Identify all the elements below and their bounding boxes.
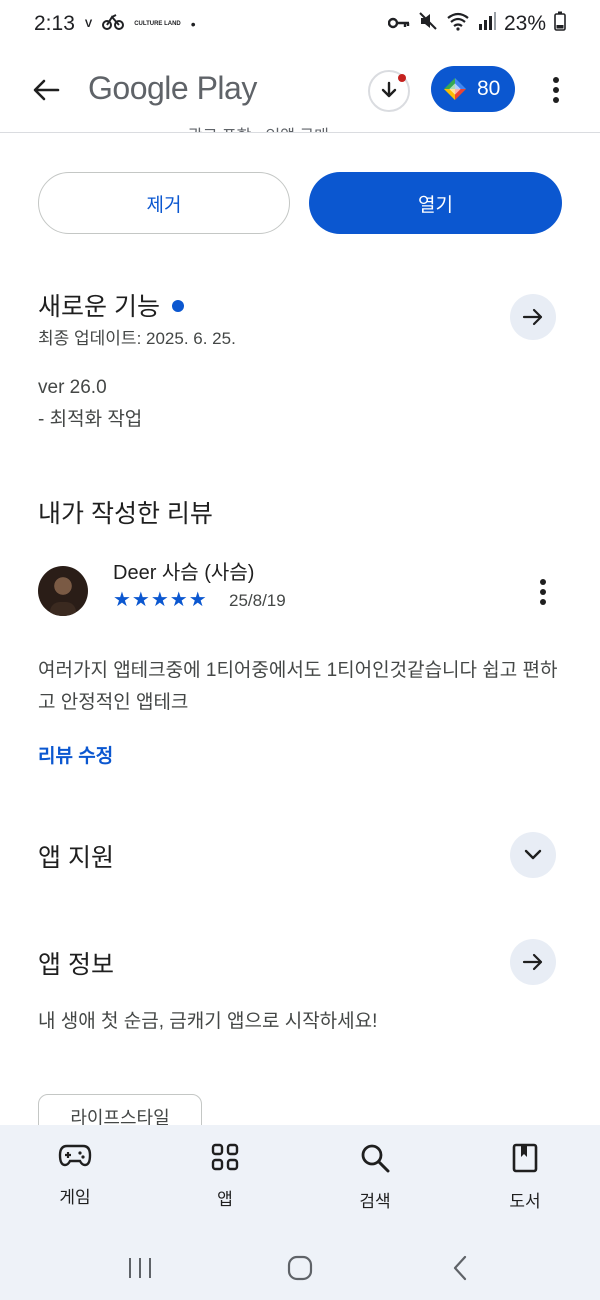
reviewer-avatar (38, 566, 88, 616)
nav-item-apps[interactable]: 앱 (150, 1125, 300, 1235)
status-bar: 2:13 V CULTURE LAND • 23% (0, 0, 600, 48)
app-support-heading[interactable]: 앱 지원 (38, 838, 114, 874)
play-points-icon (444, 78, 466, 100)
nav-label-books: 도서 (509, 1192, 541, 1211)
chevron-down-icon (524, 849, 542, 860)
new-indicator-dot (171, 300, 184, 313)
edit-review-link[interactable]: 리뷰 수정 (38, 741, 113, 768)
battery-percent: 23% (503, 12, 546, 35)
overflow-menu-button[interactable] (540, 70, 572, 110)
notification-bike-icon (102, 12, 125, 36)
notification-app-icon: V (84, 18, 93, 30)
book-icon (512, 1143, 538, 1173)
open-button[interactable]: 열기 (309, 172, 562, 234)
status-time: 2:13 (34, 12, 75, 35)
play-points-button[interactable]: 80 (431, 66, 515, 112)
search-icon (361, 1144, 390, 1173)
whats-new-title: 새로운 기능 (38, 293, 160, 321)
whats-new-arrow-button[interactable] (510, 294, 556, 340)
review-body-text: 여러가지 앱테크중에 1티어중에서도 1티어인것같습니다 쉽고 편하고 안정적인… (38, 660, 558, 713)
mute-icon (418, 11, 438, 37)
more-notifications-dot: • (190, 16, 196, 32)
nav-item-games[interactable]: 게임 (0, 1125, 150, 1235)
app-description-text: 내 생애 첫 순금, 금캐기 앱으로 시작하세요! (38, 1011, 378, 1032)
release-notes-text: - 최적화 작업 (38, 409, 143, 430)
nav-label-games: 게임 (59, 1188, 91, 1207)
vpn-key-icon (387, 13, 410, 36)
nav-label-search: 검색 (359, 1192, 391, 1211)
version-text: ver 26.0 (38, 377, 107, 398)
apps-grid-icon (211, 1143, 239, 1171)
review-date: 25/8/19 (229, 591, 286, 610)
uninstall-button[interactable]: 제거 (38, 172, 290, 234)
wifi-icon (446, 11, 470, 37)
download-notification-dot (398, 74, 406, 82)
whats-new-heading[interactable]: 새로운 기능 (38, 287, 184, 323)
app-bar-divider (0, 132, 600, 133)
reviewer-name: Deer 사슴 (사슴) (113, 562, 255, 584)
battery-icon (554, 11, 566, 37)
nav-label-apps: 앱 (217, 1190, 233, 1209)
more-vert-icon (553, 77, 559, 103)
review-star-rating: ★★★★★ (113, 589, 208, 611)
back-arrow-icon (33, 79, 60, 101)
more-vert-icon (540, 579, 546, 605)
system-navigation-bar (0, 1235, 600, 1300)
recents-icon (129, 1257, 151, 1278)
nav-item-books[interactable]: 도서 (450, 1125, 600, 1235)
app-support-expand-button[interactable] (510, 832, 556, 878)
nav-item-search[interactable]: 검색 (300, 1125, 450, 1235)
home-button[interactable] (280, 1248, 320, 1288)
arrow-right-icon (522, 953, 543, 971)
top-app-bar: Google Play 80 (0, 56, 600, 124)
arrow-right-icon (522, 308, 543, 326)
gamepad-icon (58, 1144, 92, 1167)
status-right: 23% (387, 11, 566, 37)
signal-icon (478, 12, 496, 36)
app-info-heading[interactable]: 앱 정보 (38, 945, 114, 981)
chevron-left-icon (453, 1255, 467, 1280)
review-overflow-button[interactable] (528, 574, 558, 610)
status-left: 2:13 V CULTURE LAND • (34, 12, 196, 36)
app-info-arrow-button[interactable] (510, 939, 556, 985)
download-icon (381, 81, 397, 98)
system-back-button[interactable] (440, 1248, 480, 1288)
app-bar-title: Google Play (88, 70, 257, 106)
bottom-navigation: 게임 앱 검색 도서 (0, 1125, 600, 1235)
app-meta-clipped: 광고 포함 · 인앱 구매 (188, 120, 329, 132)
download-manager-button[interactable] (368, 70, 410, 112)
my-review-heading: 내가 작성한 리뷰 (38, 500, 213, 528)
play-points-count: 80 (477, 77, 501, 100)
recent-apps-button[interactable] (120, 1248, 160, 1288)
back-button[interactable] (26, 70, 66, 110)
notification-culture-land-icon: CULTURE LAND (134, 20, 181, 27)
home-icon (287, 1255, 313, 1280)
last-updated-text: 최종 업데이트: 2025. 6. 25. (38, 329, 236, 348)
